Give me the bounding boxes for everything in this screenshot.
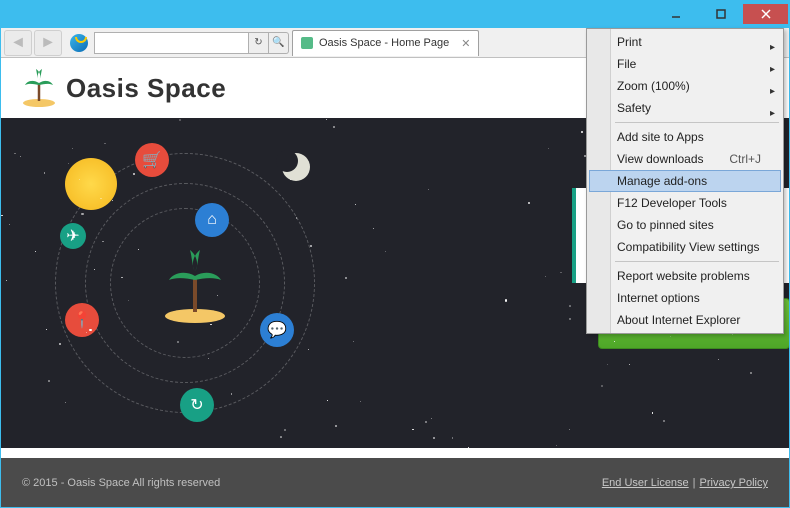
maximize-button[interactable]: [698, 4, 743, 24]
menu-item-go-to-pinned-sites[interactable]: Go to pinned sites: [589, 214, 781, 236]
back-button[interactable]: ◄: [4, 30, 32, 56]
menu-item-print[interactable]: Print: [589, 31, 781, 53]
ie-logo-icon: [70, 34, 88, 52]
plane-icon: ✈: [60, 223, 86, 249]
menu-item-compatibility-view-settings[interactable]: Compatibility View settings: [589, 236, 781, 258]
copyright-text: © 2015 - Oasis Space All rights reserved: [22, 477, 220, 489]
forward-button[interactable]: ►: [34, 30, 62, 56]
menu-item-manage-add-ons[interactable]: Manage add-ons: [589, 170, 781, 192]
site-logo[interactable]: Oasis Space: [18, 67, 226, 109]
address-bar[interactable]: [94, 32, 249, 54]
menu-item-f12-developer-tools[interactable]: F12 Developer Tools: [589, 192, 781, 214]
pin-icon: 📍: [65, 303, 99, 337]
search-button[interactable]: 🔍: [269, 32, 289, 54]
orbit-graphic: 🛒 ⌂ 📍 💬 ↻ ✈: [40, 138, 330, 428]
tab-close-icon[interactable]: ✕: [461, 37, 470, 50]
tab-favicon-icon: [301, 37, 313, 49]
menu-item-add-site-to-apps[interactable]: Add site to Apps: [589, 126, 781, 148]
menu-item-internet-options[interactable]: Internet options: [589, 287, 781, 309]
menu-item-file[interactable]: File: [589, 53, 781, 75]
palm-logo-icon: [18, 67, 60, 109]
tools-menu: PrintFileZoom (100%)Safety Add site to Ap…: [586, 28, 784, 334]
menu-item-view-downloads[interactable]: View downloadsCtrl+J: [589, 148, 781, 170]
tab-title: Oasis Space - Home Page: [319, 37, 449, 49]
cart-icon: 🛒: [135, 143, 169, 177]
logo-text: Oasis Space: [66, 73, 226, 104]
minimize-button[interactable]: [653, 4, 698, 24]
menu-item-report-website-problems[interactable]: Report website problems: [589, 265, 781, 287]
site-footer: © 2015 - Oasis Space All rights reserved…: [0, 458, 790, 508]
palm-center-icon: [155, 248, 235, 328]
footer-link-privacy[interactable]: Privacy Policy: [700, 477, 768, 489]
menu-item-about-internet-explorer[interactable]: About Internet Explorer: [589, 309, 781, 331]
moon-icon: [282, 153, 310, 181]
refresh-button[interactable]: ↻: [249, 32, 269, 54]
sun-icon: [65, 158, 117, 210]
chat-icon: 💬: [260, 313, 294, 347]
close-button[interactable]: [743, 4, 788, 24]
home-dot-icon: ⌂: [195, 203, 229, 237]
browser-tab[interactable]: Oasis Space - Home Page ✕: [292, 30, 479, 56]
window-title-bar: [0, 0, 790, 28]
footer-link-eula[interactable]: End User License: [602, 477, 689, 489]
menu-item-zoom-100-[interactable]: Zoom (100%): [589, 75, 781, 97]
refresh-dot-icon: ↻: [180, 388, 214, 422]
menu-item-safety[interactable]: Safety: [589, 97, 781, 119]
